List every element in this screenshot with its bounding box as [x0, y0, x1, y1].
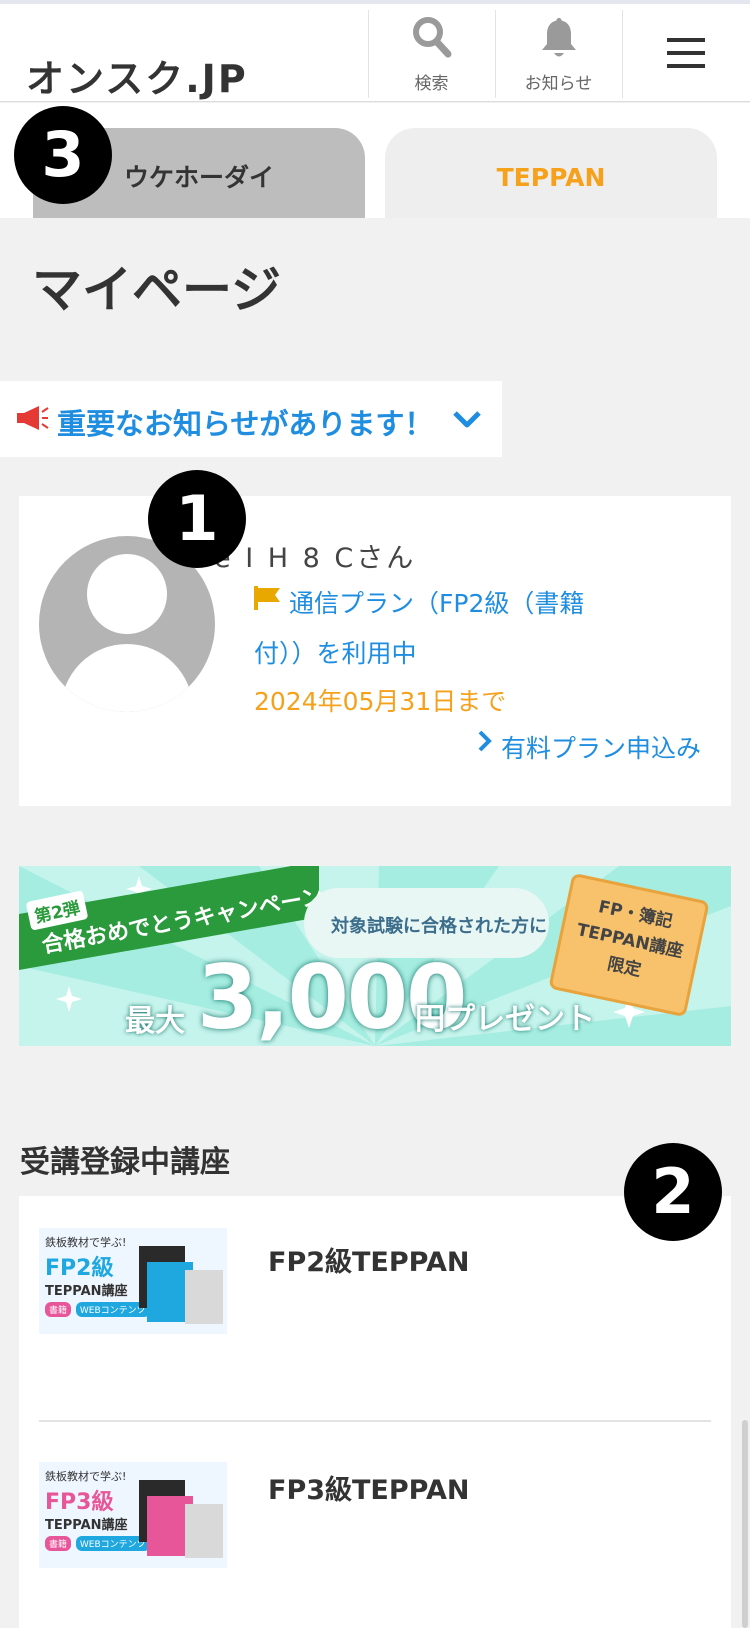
search-icon	[413, 17, 452, 58]
megaphone-icon	[17, 406, 49, 430]
thumb-chip: 書籍	[45, 1302, 72, 1317]
search-button[interactable]: 検索	[368, 10, 494, 98]
thumb-chips: 書籍 WEBコンテンツ	[45, 1536, 152, 1551]
book-graphic	[185, 1504, 223, 1558]
thumb-grade: FP3級	[45, 1490, 114, 1515]
notifications-label: お知らせ	[524, 74, 593, 94]
course-name[interactable]: FP3級TEPPAN	[268, 1468, 469, 1507]
annotation-badge-3: 3	[14, 106, 112, 204]
bell-icon	[542, 18, 576, 57]
username: e I H 8 Cさん	[214, 543, 417, 574]
campaign-banner[interactable]: 第2弾 合格おめでとうキャンペーン 対象試験に合格された方に 最大 3,000 …	[19, 866, 731, 1046]
site-header: オンスク.JP 検索 お知らせ	[0, 0, 750, 102]
annotation-badge-2: 2	[624, 1143, 722, 1241]
hamburger-icon	[667, 38, 705, 68]
annotation-badge-1: 1	[148, 470, 246, 568]
book-graphic	[185, 1270, 223, 1324]
important-notice-toggle[interactable]: 重要なお知らせがあります！	[0, 381, 502, 457]
thumb-chips: 書籍 WEBコンテンツ	[45, 1302, 152, 1317]
scrollbar[interactable]	[742, 1420, 748, 1628]
plan-text-line2[interactable]: 付））を利用中	[254, 634, 417, 670]
thumb-sub: TEPPAN講座	[45, 1284, 128, 1299]
banner-target: 対象試験に合格された方に	[331, 916, 547, 937]
paid-plan-label: 有料プラン申込み	[501, 734, 702, 763]
notice-text: 重要なお知らせがあります！	[57, 407, 434, 441]
thumb-tagline: 鉄板教材で学ぶ!	[45, 1236, 127, 1249]
plan-expiry: 2024年05月31日まで	[254, 687, 507, 716]
course-list: 鉄板教材で学ぶ! FP2級 TEPPAN講座 書籍 WEBコンテンツ FP2級T…	[19, 1196, 731, 1628]
search-label: 検索	[414, 74, 449, 94]
page-title: マイページ	[32, 261, 281, 319]
thumb-tagline: 鉄板教材で学ぶ!	[45, 1470, 127, 1483]
thumb-sub: TEPPAN講座	[45, 1518, 128, 1533]
notifications-button[interactable]: お知らせ	[495, 10, 621, 98]
tab-teppan[interactable]: TEPPAN	[385, 128, 717, 218]
site-logo[interactable]: オンスク.JP	[26, 48, 248, 103]
avatar-head-shape	[87, 554, 167, 634]
thumb-grade: FP2級	[45, 1256, 114, 1281]
plan-text-line1: 通信プラン（FP2級（書籍	[289, 589, 585, 618]
list-item[interactable]: 鉄板教材で学ぶ! FP3級 TEPPAN講座 書籍 WEBコンテンツ FP3級T…	[39, 1420, 711, 1628]
profile-card: e I H 8 Cさん 通信プラン（FP2級（書籍 付））を利用中 2024年0…	[19, 496, 731, 806]
thumb-chip: 書籍	[45, 1536, 72, 1551]
course-name[interactable]: FP2級TEPPAN	[268, 1240, 469, 1279]
service-tabs: ウケホーダイ TEPPAN	[0, 103, 750, 218]
banner-max-label: 最大	[125, 1004, 185, 1039]
flag-icon	[254, 586, 280, 610]
paid-plan-link[interactable]: 有料プラン申込み	[477, 729, 701, 763]
chevron-down-icon	[453, 411, 481, 428]
chevron-right-icon	[478, 730, 492, 752]
menu-button[interactable]	[622, 10, 750, 98]
enrolled-courses-heading: 受講登録中講座	[20, 1145, 230, 1180]
avatar-body-shape	[61, 644, 193, 712]
banner-present: 円プレゼント	[415, 1002, 595, 1037]
course-thumbnail[interactable]: 鉄板教材で学ぶ! FP2級 TEPPAN講座 書籍 WEBコンテンツ	[39, 1228, 227, 1334]
course-thumbnail[interactable]: 鉄板教材で学ぶ! FP3級 TEPPAN講座 書籍 WEBコンテンツ	[39, 1462, 227, 1568]
list-item[interactable]: 鉄板教材で学ぶ! FP2級 TEPPAN講座 書籍 WEBコンテンツ FP2級T…	[19, 1196, 731, 1428]
